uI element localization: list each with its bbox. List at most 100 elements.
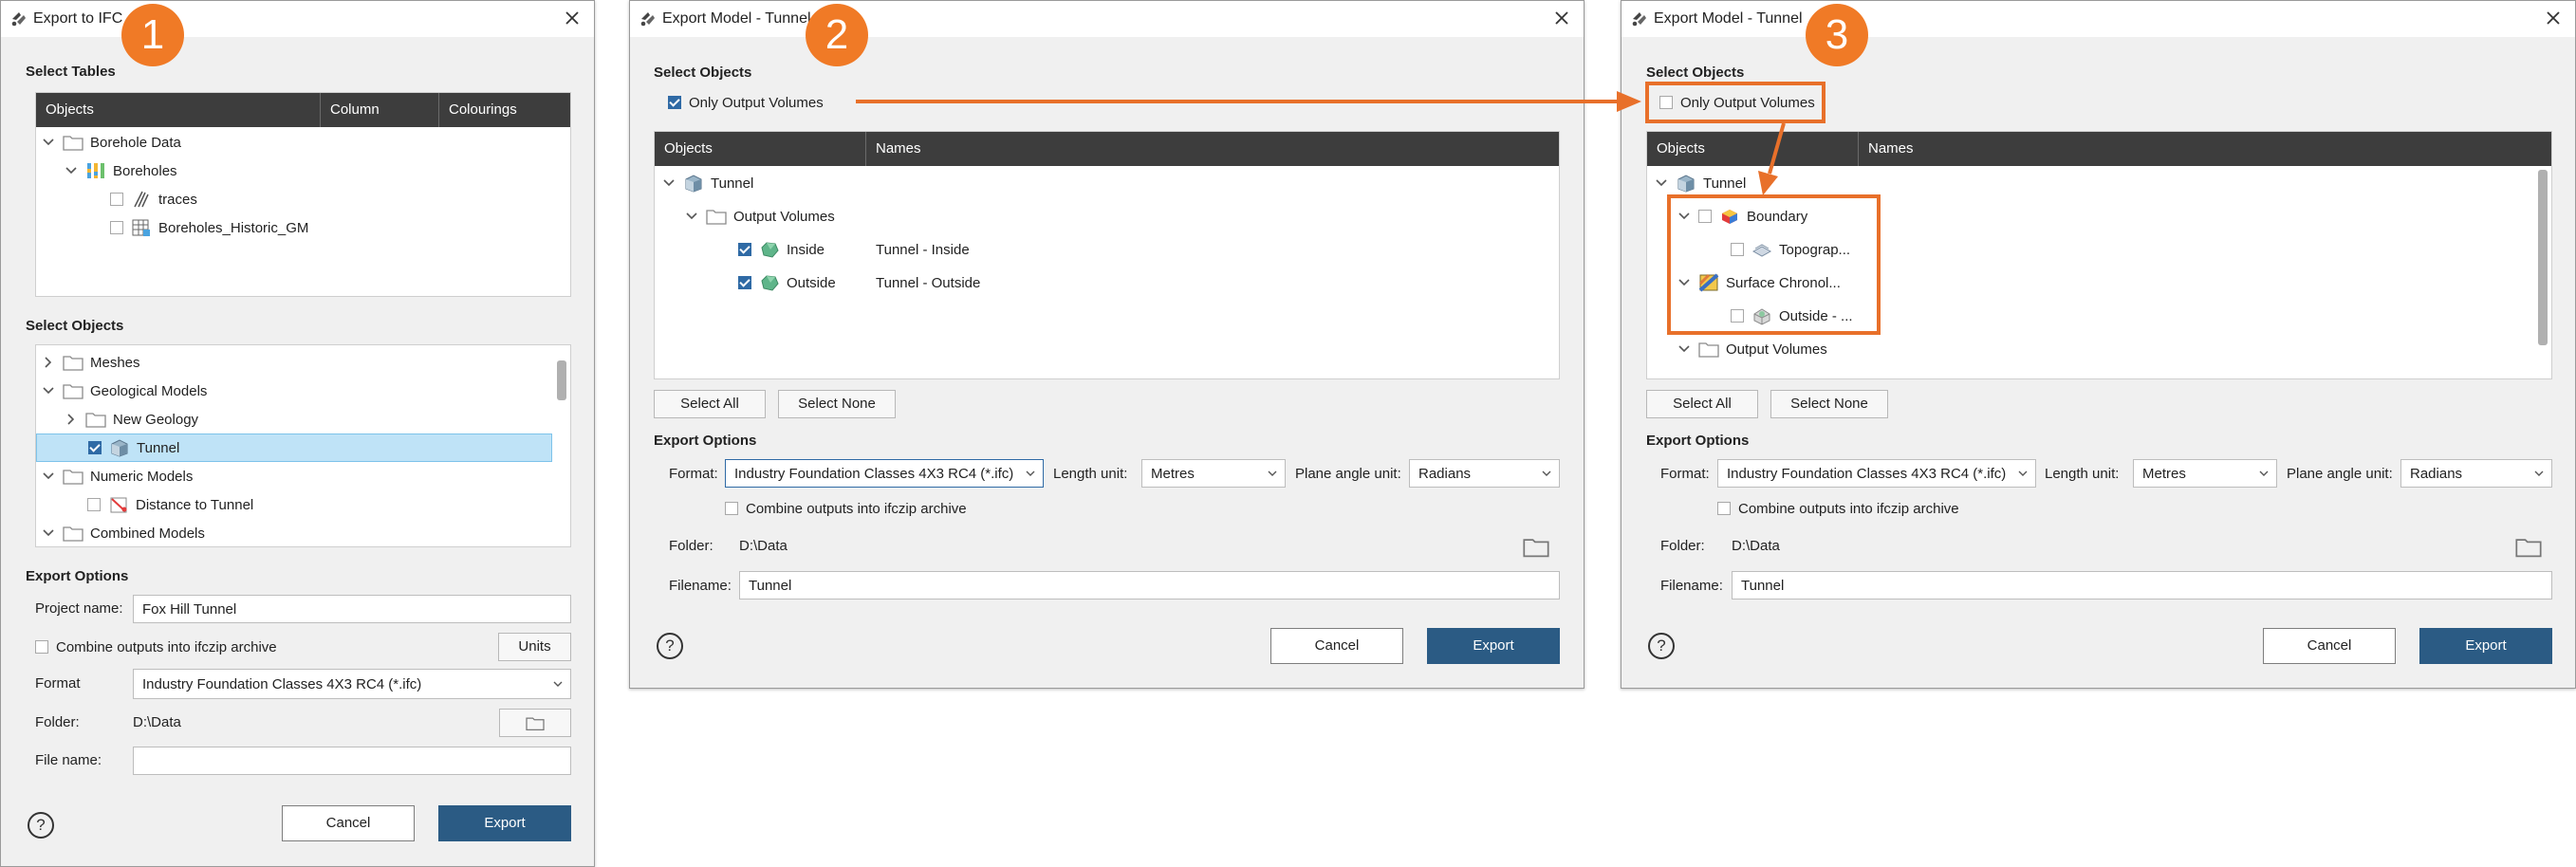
column-header-names[interactable]: Names xyxy=(866,132,1559,166)
browse-folder-button[interactable] xyxy=(499,709,571,737)
tree-item-label: Outside xyxy=(787,274,836,291)
combine-outputs-option[interactable]: Combine outputs into ifczip archive xyxy=(1717,494,1959,523)
plane-angle-unit-label: Plane angle unit: xyxy=(2287,466,2393,482)
column-header-objects[interactable]: Objects xyxy=(655,132,866,166)
cancel-button[interactable]: Cancel xyxy=(1270,628,1403,664)
select-all-button[interactable]: Select All xyxy=(1646,390,1758,418)
tunnel-icon xyxy=(683,174,704,193)
browse-folder-icon[interactable] xyxy=(1522,534,1550,559)
tree-item-numeric-models[interactable]: Numeric Models xyxy=(42,462,193,490)
volume-icon xyxy=(759,240,780,259)
column-header-objects[interactable]: Objects xyxy=(1647,132,1859,166)
select-objects-label: Select Objects xyxy=(654,65,752,81)
tree-item-new-geology[interactable]: New Geology xyxy=(65,405,198,434)
format-select[interactable]: Industry Foundation Classes 4X3 RC4 (*.i… xyxy=(1717,459,2036,488)
help-icon[interactable]: ? xyxy=(657,633,683,659)
checkbox[interactable] xyxy=(725,502,738,515)
browse-folder-icon[interactable] xyxy=(2514,534,2543,559)
close-icon[interactable] xyxy=(562,8,583,28)
filename-input[interactable]: Tunnel xyxy=(1732,571,2552,600)
close-icon[interactable] xyxy=(1551,8,1572,28)
format-select[interactable]: Industry Foundation Classes 4X3 RC4 (*.i… xyxy=(725,459,1044,488)
chevron-down-icon[interactable] xyxy=(42,136,55,149)
column-header-names[interactable]: Names xyxy=(1859,132,2551,166)
length-unit-select[interactable]: Metres xyxy=(1141,459,1286,488)
tree-item-outside[interactable]: Outside xyxy=(738,268,836,297)
checkbox-checked[interactable] xyxy=(738,276,751,289)
checkbox[interactable] xyxy=(35,640,48,654)
export-model-dialog-2: Export Model - Tunnel Select Objects Onl… xyxy=(629,0,1585,689)
format-label: Format: xyxy=(669,466,718,482)
close-icon[interactable] xyxy=(2543,8,2564,28)
tree-item-output-volumes[interactable]: Output Volumes xyxy=(685,202,835,231)
step-badge-3: 3 xyxy=(1806,4,1868,66)
tree-item-name: Tunnel - Inside xyxy=(876,241,970,258)
tree-item-boreholes-historic-gm[interactable]: Boreholes_Historic_GM xyxy=(110,213,308,242)
tree-item-inside[interactable]: Inside xyxy=(738,235,825,264)
length-unit-select[interactable]: Metres xyxy=(2133,459,2277,488)
column-header-column[interactable]: Column xyxy=(321,93,439,127)
combine-outputs-option[interactable]: Combine outputs into ifczip archive xyxy=(35,633,277,661)
tree-item-boreholes[interactable]: Boreholes xyxy=(65,157,177,185)
tree-item-combined-models[interactable]: Combined Models xyxy=(42,519,205,547)
checkbox-checked[interactable] xyxy=(668,96,681,109)
chevron-down-icon[interactable] xyxy=(42,526,55,540)
select-all-button[interactable]: Select All xyxy=(654,390,766,418)
cancel-button[interactable]: Cancel xyxy=(2263,628,2396,664)
combine-outputs-option[interactable]: Combine outputs into ifczip archive xyxy=(725,494,967,523)
plane-angle-unit-select[interactable]: Radians xyxy=(1409,459,1560,488)
checkbox-checked[interactable] xyxy=(738,243,751,256)
tree-item-tunnel[interactable]: Tunnel xyxy=(1655,169,1746,197)
help-icon[interactable]: ? xyxy=(1648,633,1675,659)
scrollbar-thumb[interactable] xyxy=(2538,170,2548,345)
tree-item-label: Tunnel xyxy=(137,439,180,456)
plane-angle-unit-value: Radians xyxy=(2410,465,2463,482)
checkbox[interactable] xyxy=(110,193,123,206)
format-select[interactable]: Industry Foundation Classes 4X3 RC4 (*.i… xyxy=(133,669,571,699)
checkbox[interactable] xyxy=(87,498,101,511)
filename-input[interactable]: Tunnel xyxy=(739,571,1560,600)
tree-item-output-volumes[interactable]: Output Volumes xyxy=(1677,335,1827,363)
chevron-right-icon[interactable] xyxy=(42,356,55,369)
checkbox[interactable] xyxy=(110,221,123,234)
tree-item-label: Output Volumes xyxy=(733,208,835,225)
select-none-button[interactable]: Select None xyxy=(1770,390,1888,418)
cancel-button[interactable]: Cancel xyxy=(282,805,415,841)
chevron-right-icon[interactable] xyxy=(65,413,78,426)
select-none-button[interactable]: Select None xyxy=(778,390,896,418)
column-header-objects[interactable]: Objects xyxy=(36,93,321,127)
plane-angle-unit-select[interactable]: Radians xyxy=(2400,459,2552,488)
chevron-down-icon[interactable] xyxy=(65,164,78,177)
file-name-input[interactable] xyxy=(133,747,571,775)
tree-item-distance-to-tunnel[interactable]: Distance to Tunnel xyxy=(87,490,253,519)
only-output-volumes-option[interactable]: Only Output Volumes xyxy=(668,88,824,117)
tree-item-tunnel[interactable]: Tunnel xyxy=(662,169,753,197)
export-button[interactable]: Export xyxy=(438,805,571,841)
tree-item-traces[interactable]: traces xyxy=(110,185,197,213)
format-value: Industry Foundation Classes 4X3 RC4 (*.i… xyxy=(734,465,1014,482)
tree-item-geological-models[interactable]: Geological Models xyxy=(42,377,207,405)
chevron-down-icon[interactable] xyxy=(662,176,676,190)
tree-item-meshes[interactable]: Meshes xyxy=(42,348,140,377)
help-icon[interactable]: ? xyxy=(28,812,54,839)
units-button[interactable]: Units xyxy=(498,633,571,661)
export-button[interactable]: Export xyxy=(1427,628,1560,664)
chevron-down-icon[interactable] xyxy=(1655,176,1668,190)
chevron-down-icon[interactable] xyxy=(42,470,55,483)
project-name-input[interactable]: Fox Hill Tunnel xyxy=(133,595,571,623)
column-header-colourings[interactable]: Colourings xyxy=(439,93,570,127)
chevron-down-icon[interactable] xyxy=(1677,342,1691,356)
chevron-down-icon[interactable] xyxy=(685,210,698,223)
checkbox[interactable] xyxy=(1717,502,1731,515)
tree-item-borehole-data[interactable]: Borehole Data xyxy=(42,128,181,157)
folder-icon xyxy=(63,133,83,152)
chevron-down-icon[interactable] xyxy=(42,384,55,397)
scrollbar-thumb[interactable] xyxy=(557,360,566,400)
export-button[interactable]: Export xyxy=(2419,628,2552,664)
select-objects-label: Select Objects xyxy=(26,318,124,334)
format-label: Format: xyxy=(1660,466,1710,482)
tree-item-tunnel[interactable]: Tunnel xyxy=(36,434,552,462)
combine-outputs-label: Combine outputs into ifczip archive xyxy=(1738,500,1959,517)
filename-label: Filename: xyxy=(669,578,732,594)
checkbox-checked[interactable] xyxy=(88,441,102,454)
